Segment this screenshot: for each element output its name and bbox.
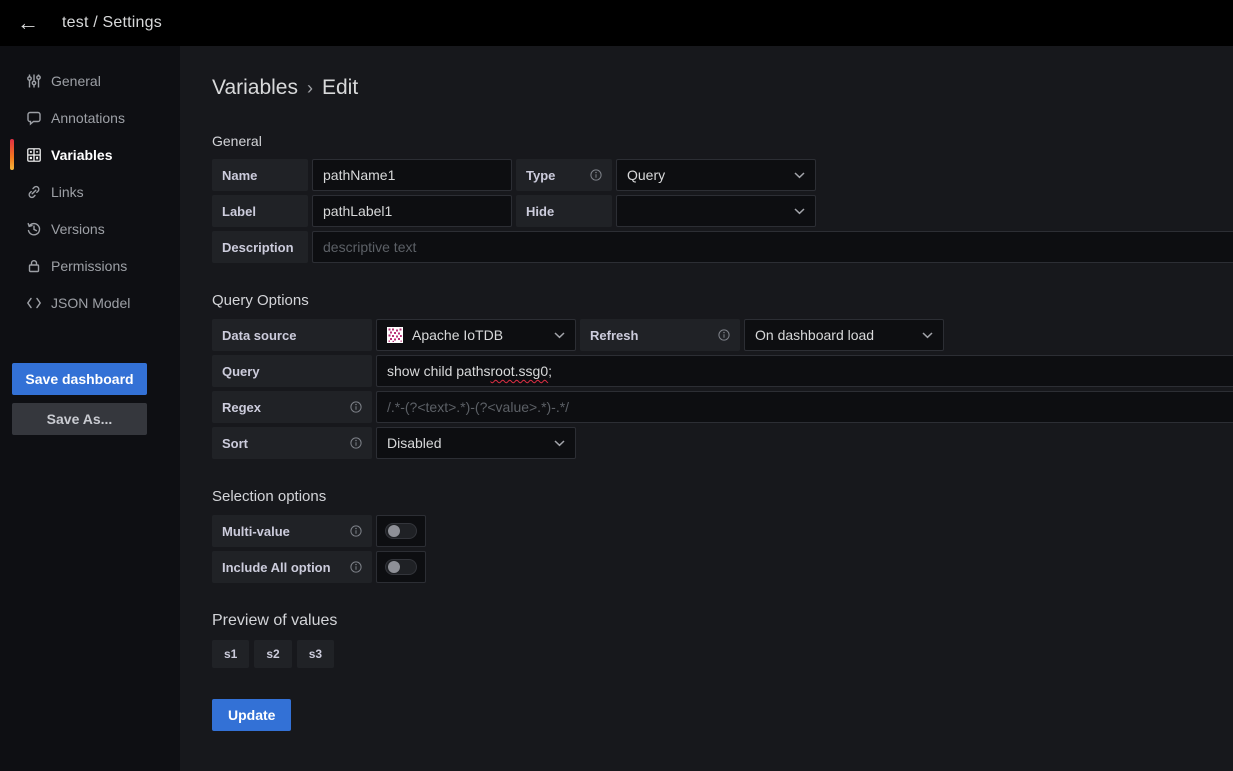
sidebar-item-json-model[interactable]: JSON Model bbox=[0, 284, 180, 321]
sidebar-item-general[interactable]: General bbox=[0, 62, 180, 99]
include-all-row: Include All option bbox=[212, 551, 1233, 583]
preview-values: s1 s2 s3 bbox=[212, 640, 1233, 668]
description-input[interactable]: descriptive text bbox=[312, 231, 1233, 263]
code-icon bbox=[26, 295, 42, 311]
regex-row: Regex /.*-(?<text>.*)-(?<value>.*)-.*/ bbox=[212, 391, 1233, 423]
sort-select[interactable]: Disabled bbox=[376, 427, 576, 459]
query-row: Query show child paths root.ssg0; bbox=[212, 355, 1233, 387]
calculator-icon bbox=[26, 147, 42, 163]
update-button[interactable]: Update bbox=[212, 699, 291, 731]
sidebar-item-label: General bbox=[51, 73, 101, 89]
sidebar-item-permissions[interactable]: Permissions bbox=[0, 247, 180, 284]
name-type-row: Name pathName1 Type Query bbox=[212, 159, 1233, 191]
info-icon[interactable] bbox=[718, 329, 730, 341]
sidebar-actions: Save dashboard Save As... bbox=[0, 363, 180, 435]
chevron-down-icon bbox=[554, 332, 565, 339]
query-input[interactable]: show child paths root.ssg0; bbox=[376, 355, 1233, 387]
label-label: Label bbox=[212, 195, 308, 227]
datasource-refresh-row: Data source bbox=[212, 319, 1233, 351]
refresh-select[interactable]: On dashboard load bbox=[744, 319, 944, 351]
info-icon[interactable] bbox=[350, 437, 362, 449]
preview-value-chip[interactable]: s2 bbox=[254, 640, 291, 668]
query-options-section: Query Options Data source bbox=[212, 292, 1233, 459]
save-as-button[interactable]: Save As... bbox=[12, 403, 147, 435]
sidebar-item-label: Annotations bbox=[51, 110, 125, 126]
type-select[interactable]: Query bbox=[616, 159, 816, 191]
chevron-down-icon bbox=[554, 440, 565, 447]
chevron-down-icon bbox=[794, 208, 805, 215]
preview-heading: Preview of values bbox=[212, 612, 1233, 630]
chevron-down-icon bbox=[794, 172, 805, 179]
preview-value-chip[interactable]: s3 bbox=[297, 640, 334, 668]
include-all-toggle[interactable] bbox=[376, 551, 426, 583]
history-icon bbox=[26, 221, 42, 237]
spellcheck-marked-text: root.ssg0 bbox=[491, 363, 549, 379]
refresh-label: Refresh bbox=[580, 319, 740, 351]
sidebar-item-label: Variables bbox=[51, 147, 113, 163]
breadcrumb-separator-icon: › bbox=[298, 78, 322, 98]
selection-options-heading: Selection options bbox=[212, 488, 1233, 505]
sidebar-item-links[interactable]: Links bbox=[0, 173, 180, 210]
type-label: Type bbox=[516, 159, 612, 191]
general-heading: General bbox=[212, 133, 1233, 149]
description-placeholder: descriptive text bbox=[323, 239, 416, 255]
topbar: ← test / Settings bbox=[0, 0, 1233, 46]
sliders-icon bbox=[26, 73, 42, 89]
breadcrumb-section: Variables bbox=[212, 76, 298, 99]
selection-options-section: Selection options Multi-value Include Al… bbox=[212, 488, 1233, 583]
settings-nav: General Annotations bbox=[0, 62, 180, 321]
breadcrumb-page: Edit bbox=[322, 76, 358, 99]
page-title: Variables›Edit bbox=[212, 76, 1233, 100]
data-source-select[interactable]: Apache IoTDB bbox=[376, 319, 576, 351]
name-input[interactable]: pathName1 bbox=[312, 159, 512, 191]
apache-iotdb-logo bbox=[387, 327, 403, 343]
data-source-label: Data source bbox=[212, 319, 372, 351]
label-hide-row: Label pathLabel1 Hide bbox=[212, 195, 1233, 227]
sidebar-item-label: Links bbox=[51, 184, 84, 200]
info-icon[interactable] bbox=[350, 561, 362, 573]
chevron-down-icon bbox=[922, 332, 933, 339]
info-icon[interactable] bbox=[350, 525, 362, 537]
comment-icon bbox=[26, 110, 42, 126]
lock-icon bbox=[26, 258, 42, 274]
sort-row: Sort Disabled bbox=[212, 427, 1233, 459]
topbar-title: test / Settings bbox=[62, 14, 162, 32]
label-input[interactable]: pathLabel1 bbox=[312, 195, 512, 227]
sidebar-item-annotations[interactable]: Annotations bbox=[0, 99, 180, 136]
sort-label: Sort bbox=[212, 427, 372, 459]
preview-section: Preview of values s1 s2 s3 bbox=[212, 612, 1233, 668]
description-label: Description bbox=[212, 231, 308, 263]
name-label: Name bbox=[212, 159, 308, 191]
save-dashboard-button[interactable]: Save dashboard bbox=[12, 363, 147, 395]
preview-value-chip[interactable]: s1 bbox=[212, 640, 249, 668]
sidebar-item-label: JSON Model bbox=[51, 295, 130, 311]
multi-value-row: Multi-value bbox=[212, 515, 1233, 547]
hide-label: Hide bbox=[516, 195, 612, 227]
query-options-heading: Query Options bbox=[212, 292, 1233, 309]
hide-select[interactable] bbox=[616, 195, 816, 227]
general-section: General Name pathName1 Type Query bbox=[212, 133, 1233, 263]
sidebar-item-label: Permissions bbox=[51, 258, 127, 274]
link-icon bbox=[26, 184, 42, 200]
settings-sidebar: General Annotations bbox=[0, 46, 180, 771]
info-icon[interactable] bbox=[350, 401, 362, 413]
multi-value-toggle[interactable] bbox=[376, 515, 426, 547]
sidebar-item-versions[interactable]: Versions bbox=[0, 210, 180, 247]
sidebar-item-variables[interactable]: Variables bbox=[0, 136, 180, 173]
multi-value-label: Multi-value bbox=[212, 515, 372, 547]
query-label: Query bbox=[212, 355, 372, 387]
regex-label: Regex bbox=[212, 391, 372, 423]
back-arrow-icon[interactable]: ← bbox=[8, 3, 48, 43]
info-icon[interactable] bbox=[590, 169, 602, 181]
sidebar-item-label: Versions bbox=[51, 221, 105, 237]
regex-placeholder: /.*-(?<text>.*)-(?<value>.*)-.*/ bbox=[387, 399, 569, 415]
regex-input[interactable]: /.*-(?<text>.*)-(?<value>.*)-.*/ bbox=[376, 391, 1233, 423]
variables-edit-page: Variables›Edit General Name pathName1 Ty… bbox=[180, 46, 1233, 771]
description-row: Description descriptive text bbox=[212, 231, 1233, 263]
include-all-label: Include All option bbox=[212, 551, 372, 583]
